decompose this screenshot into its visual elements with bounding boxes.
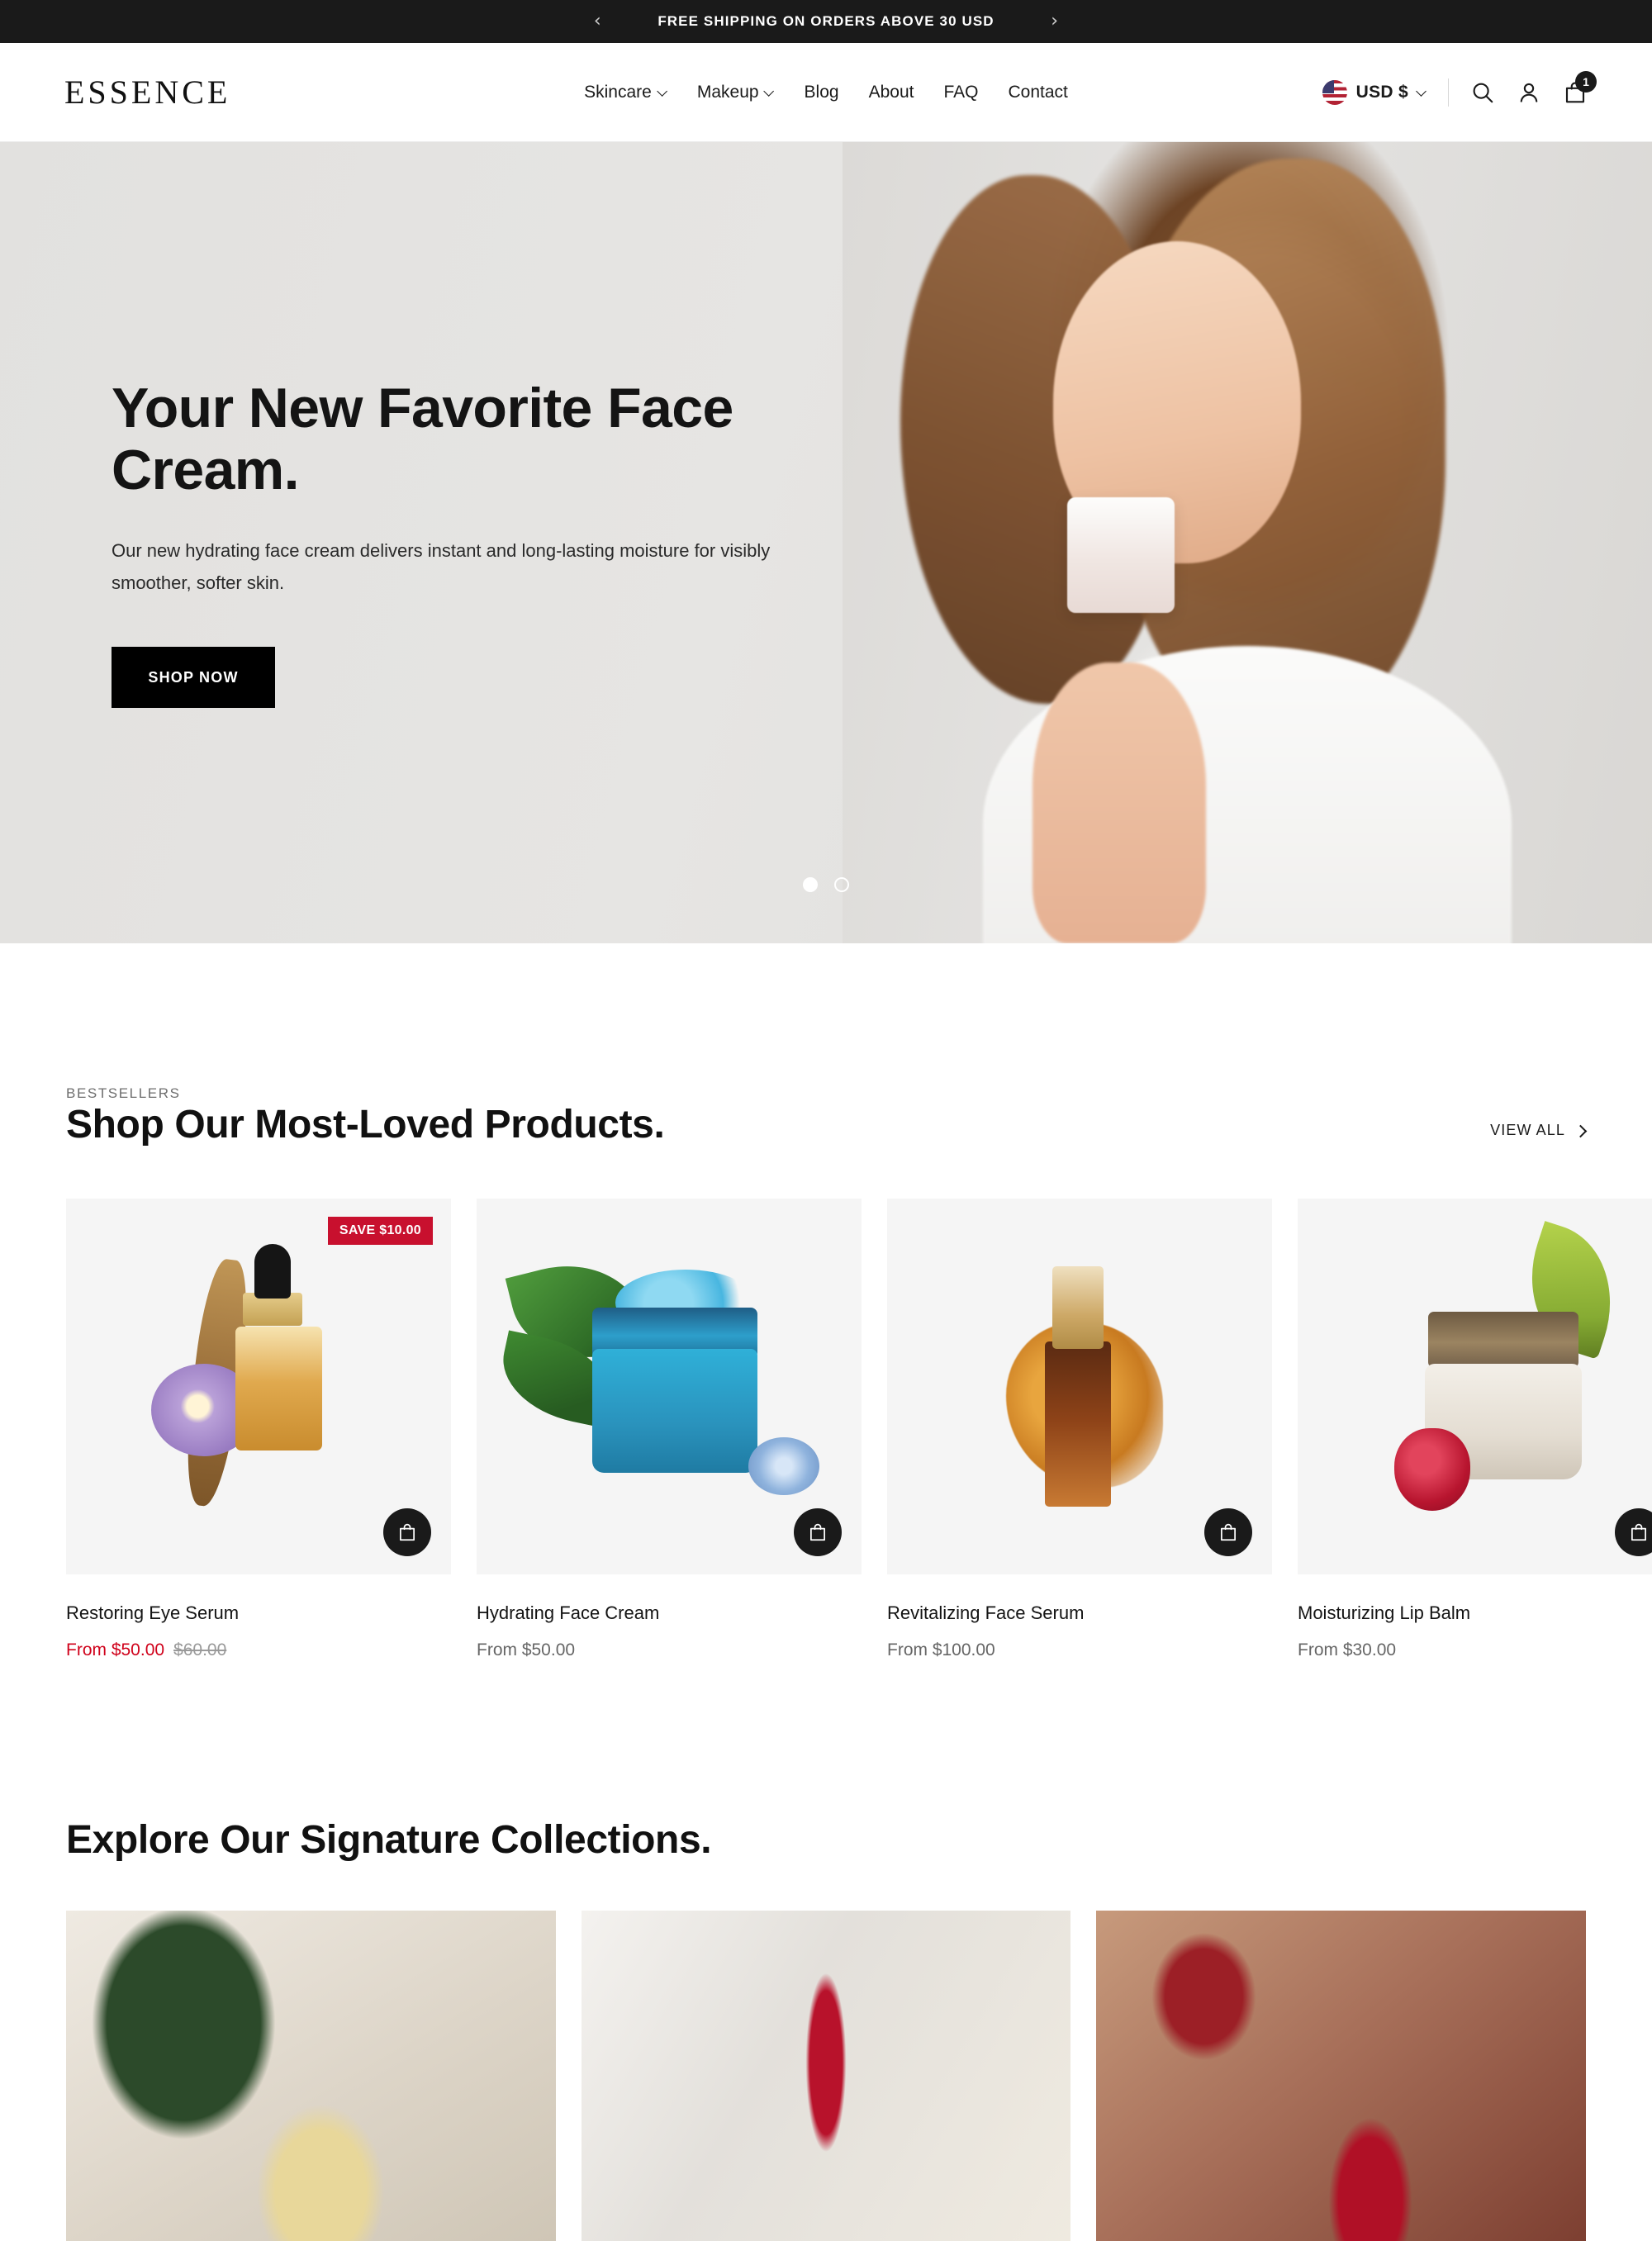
nav-item-skincare[interactable]: Skincare bbox=[584, 83, 667, 102]
product-card[interactable]: Moisturizing Lip Balm From $30.00 bbox=[1298, 1199, 1652, 1660]
collection-card-fragrance[interactable] bbox=[1096, 1911, 1586, 2241]
search-icon bbox=[1473, 83, 1493, 102]
product-image[interactable]: SAVE $10.00 bbox=[66, 1199, 451, 1574]
product-card[interactable]: Hydrating Face Cream From $50.00 bbox=[477, 1199, 862, 1660]
jar-lid bbox=[1428, 1311, 1579, 1368]
collection-card-skincare[interactable] bbox=[66, 1911, 556, 2241]
search-button[interactable] bbox=[1470, 80, 1495, 105]
announcement-prev-icon[interactable]: ‹ bbox=[588, 12, 606, 31]
main-navigation: Skincare Makeup Blog About FAQ Contact bbox=[584, 83, 1068, 102]
announcement-text: FREE SHIPPING ON ORDERS ABOVE 30 USD bbox=[657, 13, 995, 29]
collections-title: Explore Our Signature Collections. bbox=[66, 1818, 712, 1862]
view-all-label: VIEW ALL bbox=[1490, 1122, 1565, 1138]
add-to-cart-button[interactable] bbox=[794, 1508, 842, 1556]
user-icon bbox=[1520, 83, 1538, 102]
bestsellers-section: BESTSELLERS Shop Our Most-Loved Products… bbox=[0, 943, 1652, 1660]
add-to-cart-button[interactable] bbox=[1204, 1508, 1252, 1556]
nav-item-about[interactable]: About bbox=[869, 83, 914, 102]
bestsellers-eyebrow: BESTSELLERS bbox=[66, 1085, 181, 1101]
serum-bottle bbox=[1045, 1341, 1112, 1507]
product-compare-price: $60.00 bbox=[173, 1640, 227, 1659]
product-price-row: From $30.00 bbox=[1298, 1640, 1652, 1660]
nav-label: Makeup bbox=[696, 82, 759, 102]
hero-subtitle: Our new hydrating face cream delivers in… bbox=[112, 540, 771, 593]
product-image[interactable] bbox=[887, 1199, 1272, 1574]
product-card[interactable]: Revitalizing Face Serum From $100.00 bbox=[887, 1199, 1272, 1660]
nav-label: Contact bbox=[1008, 82, 1068, 102]
shopping-bag-icon bbox=[810, 1523, 825, 1541]
cream-jar bbox=[591, 1349, 757, 1473]
product-image[interactable] bbox=[477, 1199, 862, 1574]
currency-selector[interactable]: USD $ bbox=[1322, 79, 1427, 105]
product-price: From $30.00 bbox=[1298, 1640, 1397, 1659]
carousel-dot-1[interactable] bbox=[803, 877, 818, 892]
nav-item-makeup[interactable]: Makeup bbox=[697, 83, 775, 102]
nav-item-blog[interactable]: Blog bbox=[805, 83, 839, 102]
cart-button[interactable]: 1 bbox=[1563, 70, 1597, 105]
product-price: From $50.00 bbox=[66, 1640, 165, 1659]
serum-bottle bbox=[235, 1326, 323, 1450]
currency-label: USD $ bbox=[1355, 82, 1408, 102]
pump-cap bbox=[1052, 1265, 1104, 1349]
us-flag-icon bbox=[1322, 79, 1347, 105]
product-card[interactable]: SAVE $10.00 Restoring Eye Serum From $50… bbox=[66, 1199, 451, 1660]
bestsellers-title: Shop Our Most-Loved Products. bbox=[66, 1103, 665, 1147]
view-all-link[interactable]: VIEW ALL bbox=[1490, 1122, 1586, 1147]
header-actions: USD $ 1 bbox=[1322, 70, 1597, 107]
shopping-bag-icon bbox=[1631, 1523, 1646, 1541]
product-name[interactable]: Revitalizing Face Serum bbox=[887, 1602, 1272, 1624]
save-badge: SAVE $10.00 bbox=[327, 1217, 433, 1245]
hero-carousel: Your New Favorite Face Cream. Our new hy… bbox=[0, 142, 1652, 943]
chevron-down-icon bbox=[658, 88, 667, 97]
raspberry bbox=[1393, 1427, 1470, 1511]
shop-now-button[interactable]: SHOP NOW bbox=[112, 647, 275, 709]
product-carousel[interactable]: SAVE $10.00 Restoring Eye Serum From $50… bbox=[66, 1199, 1652, 1660]
product-name[interactable]: Restoring Eye Serum bbox=[66, 1602, 451, 1624]
logo[interactable]: ESSENCE bbox=[64, 73, 230, 112]
product-name[interactable]: Moisturizing Lip Balm bbox=[1298, 1602, 1652, 1624]
nav-item-faq[interactable]: FAQ bbox=[943, 83, 978, 102]
product-price: From $50.00 bbox=[477, 1640, 576, 1659]
product-price-row: From $50.00 bbox=[477, 1640, 862, 1660]
collection-card-makeup[interactable] bbox=[581, 1911, 1071, 2241]
product-art-cream-jar-berry bbox=[1298, 1199, 1652, 1574]
carousel-dots bbox=[803, 877, 849, 892]
dropper-cap bbox=[254, 1243, 292, 1299]
hero-content: Your New Favorite Face Cream. Our new hy… bbox=[45, 142, 1607, 943]
account-button[interactable] bbox=[1517, 80, 1541, 105]
blue-flower bbox=[748, 1437, 819, 1496]
nav-label: Blog bbox=[804, 82, 839, 102]
shopping-bag-icon bbox=[400, 1523, 415, 1541]
nav-label: FAQ bbox=[943, 82, 979, 102]
carousel-dot-2[interactable] bbox=[834, 877, 849, 892]
bestsellers-header: Shop Our Most-Loved Products. VIEW ALL bbox=[66, 1102, 1586, 1147]
collections-grid bbox=[66, 1911, 1586, 2241]
shopping-bag-icon bbox=[1221, 1523, 1236, 1541]
product-image[interactable] bbox=[1298, 1199, 1652, 1574]
product-name[interactable]: Hydrating Face Cream bbox=[477, 1602, 862, 1624]
add-to-cart-button[interactable] bbox=[383, 1508, 431, 1556]
hero-title: Your New Favorite Face Cream. bbox=[112, 376, 733, 501]
product-price: From $100.00 bbox=[887, 1640, 995, 1659]
announcement-next-icon[interactable]: › bbox=[1046, 12, 1064, 31]
site-header: ESSENCE Skincare Makeup Blog About FAQ C… bbox=[0, 43, 1652, 142]
nav-item-contact[interactable]: Contact bbox=[1008, 83, 1067, 102]
chevron-down-icon bbox=[766, 88, 775, 97]
product-price-row: From $100.00 bbox=[887, 1640, 1272, 1660]
collections-section: Explore Our Signature Collections. bbox=[0, 1660, 1652, 2241]
nav-label: Skincare bbox=[584, 82, 652, 102]
product-price-row: From $50.00 $60.00 bbox=[66, 1640, 451, 1660]
nav-label: About bbox=[868, 82, 914, 102]
divider bbox=[1448, 78, 1449, 107]
announcement-bar: ‹ FREE SHIPPING ON ORDERS ABOVE 30 USD › bbox=[0, 0, 1652, 43]
chevron-right-icon bbox=[1576, 1126, 1586, 1136]
chevron-down-icon bbox=[1417, 88, 1427, 97]
cart-count-badge: 1 bbox=[1575, 70, 1597, 93]
